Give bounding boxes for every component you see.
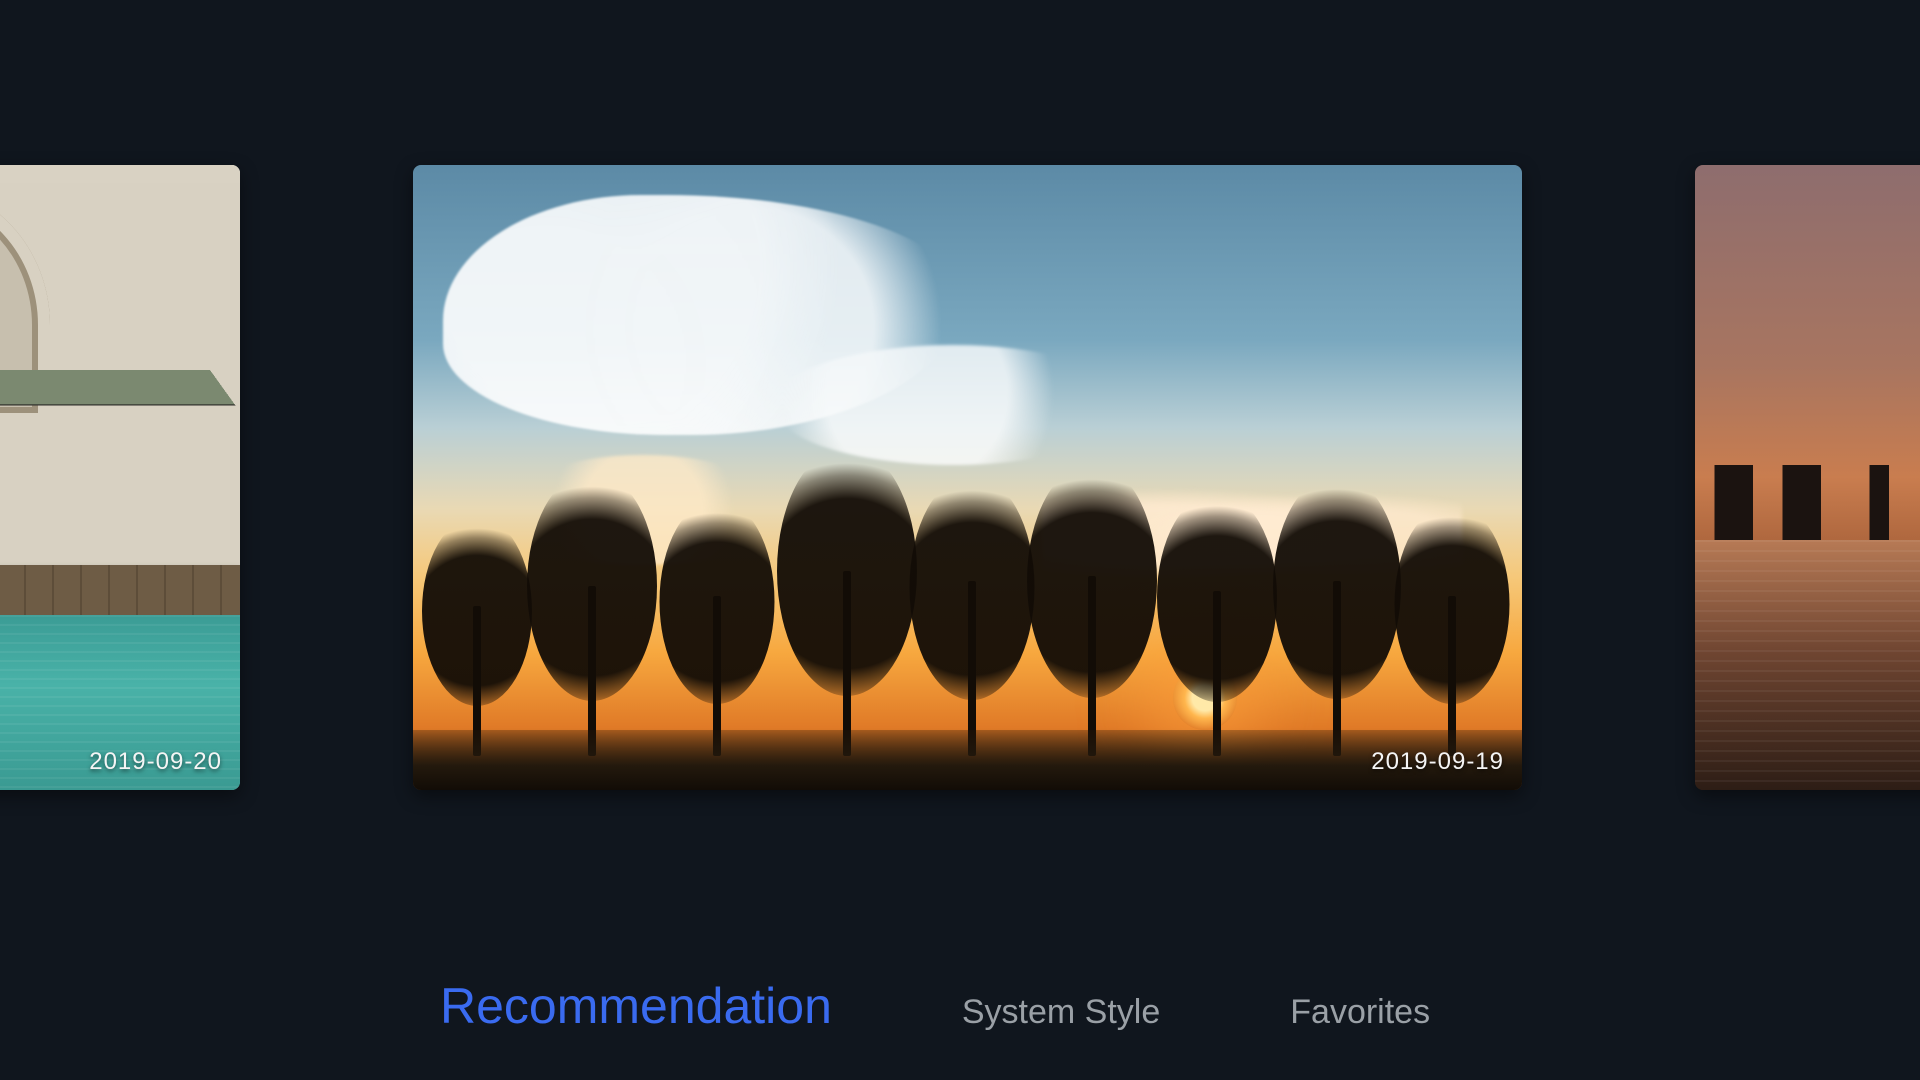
wallpaper-card-prev[interactable]: 2019-09-20 [0,165,240,790]
wallpaper-date: 2019-09-20 [89,748,222,776]
scene-trees [413,496,1522,756]
tab-recommendation[interactable]: Recommendation [440,977,832,1035]
scene-dock [0,565,240,615]
wallpaper-carousel[interactable]: 2019-09-20 2019-09-19 [0,165,1920,790]
tab-system-style[interactable]: System Style [962,993,1160,1032]
scene-awning [0,370,235,404]
tab-favorites[interactable]: Favorites [1290,993,1430,1032]
wallpaper-card-next[interactable] [1695,165,1920,790]
wallpaper-card-current[interactable]: 2019-09-19 [413,165,1522,790]
scene-clouds [443,195,963,435]
scene-river [1695,540,1920,790]
scene-ground [413,730,1522,790]
category-tabs: Recommendation System Style Favorites [440,977,1560,1035]
wallpaper-date: 2019-09-19 [1371,748,1504,776]
scene-skyline [1695,465,1920,540]
